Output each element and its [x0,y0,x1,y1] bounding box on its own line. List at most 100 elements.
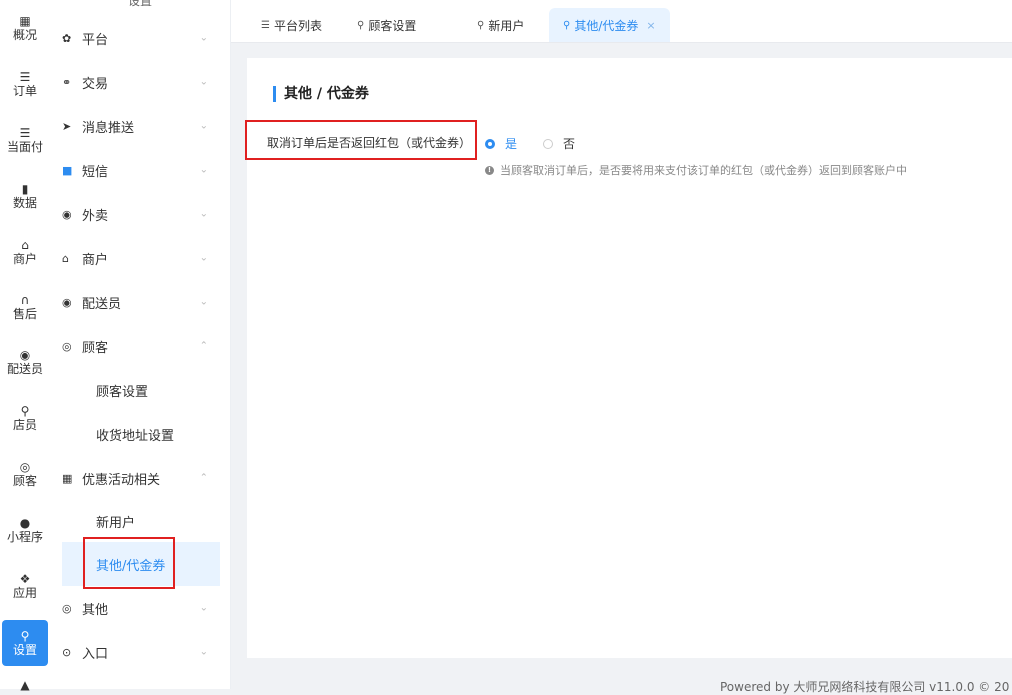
rail-item-merchant[interactable]: ⌂ 商户 [0,238,50,266]
store-icon: ⌂ [62,251,69,265]
submenu-label: 收货地址设置 [96,428,175,444]
rail-label: 商户 [12,252,37,266]
gift-icon: ▦ [62,471,73,485]
menu-item-platform[interactable]: ✿ 平台 ⌄ [62,16,220,60]
rail-label: 配送员 [6,362,43,376]
rail-item-face-pay[interactable]: ☰ 当面付 [0,126,50,154]
radio-no[interactable]: 否 [543,135,575,152]
rail-item-after-sales[interactable]: ∩ 售后 [0,293,50,321]
gear-icon: ✿ [62,31,72,45]
rail-item-settings[interactable]: ⚲ 设置 [2,620,48,666]
menu-label: 外卖 [82,208,109,224]
rail-item-orders[interactable]: ☰ 订单 [0,70,50,98]
menu-item-sms[interactable]: ■ 短信 ⌄ [62,148,220,192]
menu-item-trade[interactable]: ⚭ 交易 ⌄ [62,60,220,104]
scooter-icon: ◉ [62,207,72,221]
menu-item-push[interactable]: ➤ 消息推送 ⌄ [62,104,220,148]
chevron-down-icon: ⌄ [199,296,208,308]
highlight-box [245,120,477,160]
chevron-down-icon: ⌄ [199,32,208,44]
lock-icon: ▲ [20,678,30,692]
close-icon[interactable]: × [646,19,655,32]
menu-label: 入口 [82,646,109,662]
rail-item-more[interactable]: ▲ [0,678,50,692]
user-settings-icon: ⚲ [20,629,30,643]
content-panel: 其他 / 代金券 取消订单后是否返回红包（或代金券） 是 否 ! 当顾客取消订单… [245,58,1012,658]
radio-label: 否 [563,137,576,151]
menu-item-merchant[interactable]: ⌂ 商户 ⌄ [62,236,220,280]
user-icon: ⚲ [563,19,571,31]
apps-icon: ❖ [19,572,31,586]
target-icon: ◎ [62,601,72,615]
user-circle-icon: ◎ [19,460,31,474]
menu-label: 商户 [82,252,109,268]
tab-new-user[interactable]: ⚲ 新用户 [463,8,538,42]
rail-label: 概况 [12,28,37,42]
rail-item-data[interactable]: ▮ 数据 [0,182,50,210]
rail-item-courier[interactable]: ◉ 配送员 [0,348,50,376]
rail-label: 售后 [12,307,37,321]
trade-icon: ⚭ [62,75,72,89]
page-title: 其他 / 代金券 [273,86,369,102]
rail-label: 设置 [12,643,37,657]
tab-label: 顾客设置 [368,18,417,33]
main-rail: ▦ 概况 ☰ 订单 ☰ 当面付 ▮ 数据 ⌂ 商户 ∩ 售后 ◉ 配送员 ⚲ 店… [0,0,50,692]
tab-other-voucher[interactable]: ⚲ 其他/代金券 × [549,8,670,42]
menu-item-customer[interactable]: ◎ 顾客 ⌃ [62,324,220,368]
tab-label: 其他/代金券 [574,18,639,33]
list-icon: ☰ [261,19,270,31]
chevron-down-icon: ⌄ [199,208,208,220]
menu-item-other[interactable]: ◎ 其他 ⌄ [62,586,220,630]
chevron-down-icon: ⌄ [199,76,208,88]
rail-label: 应用 [12,586,37,600]
radio-checked-icon [485,138,495,149]
radio-yes[interactable]: 是 [485,135,517,152]
bar-chart-icon: ▮ [21,182,29,196]
tab-platform-list[interactable]: ☰ 平台列表 [247,8,336,42]
menu-item-courier[interactable]: ◉ 配送员 ⌄ [62,280,220,324]
radio-label: 是 [505,137,518,151]
sidebar-top-label: 设置 [127,0,152,8]
user-icon: ⚲ [477,19,485,31]
chevron-down-icon: ⌄ [199,646,208,658]
chevron-down-icon: ⌄ [199,164,208,176]
submenu-label: 顾客设置 [96,384,149,400]
rail-label: 小程序 [6,530,43,544]
menu-label: 配送员 [82,296,122,312]
rail-item-customers[interactable]: ◎ 顾客 [0,460,50,488]
menu-label: 短信 [82,164,109,180]
menu-label: 交易 [82,76,109,92]
user-icon: ⚲ [357,19,365,31]
submenu-label: 新用户 [96,515,136,531]
submenu-address-settings[interactable]: 收货地址设置 [62,412,220,456]
tab-customer-settings[interactable]: ⚲ 顾客设置 [343,8,430,42]
grid-icon: ▦ [19,14,31,28]
highlight-box [83,537,175,589]
chevron-down-icon: ⌄ [199,602,208,614]
scooter-icon: ◉ [19,348,31,362]
entry-icon: ⊙ [62,645,72,659]
rail-item-mini-program[interactable]: ● 小程序 [0,516,50,544]
rail-item-overview[interactable]: ▦ 概况 [0,14,50,42]
menu-label: 优惠活动相关 [82,472,161,488]
tab-label: 新用户 [488,18,525,33]
tab-label: 平台列表 [273,18,322,33]
rail-item-staff[interactable]: ⚲ 店员 [0,404,50,432]
rail-item-apps[interactable]: ❖ 应用 [0,572,50,600]
submenu-customer-settings[interactable]: 顾客设置 [62,368,220,412]
menu-item-promotions[interactable]: ▦ 优惠活动相关 ⌃ [62,456,220,500]
rail-label: 顾客 [12,474,37,488]
field-hint: ! 当顾客取消订单后，是否要将用来支付该订单的红包（或代金券）返回到顾客账户中 [485,162,907,178]
chevron-up-icon: ⌃ [199,472,208,484]
sms-icon: ■ [62,163,73,177]
menu-item-entry[interactable]: ⊙ 入口 ⌄ [62,630,220,674]
menu-label: 平台 [82,32,109,48]
radio-unchecked-icon [543,138,554,149]
wechat-icon: ● [19,516,31,530]
menu-item-takeaway[interactable]: ◉ 外卖 ⌄ [62,192,220,236]
chevron-up-icon: ⌃ [199,340,208,352]
info-icon: ! [485,165,494,175]
menu-label: 消息推送 [82,120,135,136]
return-voucher-radio-group: 是 否 [485,135,601,152]
user-group-icon: ⚲ [20,404,30,418]
